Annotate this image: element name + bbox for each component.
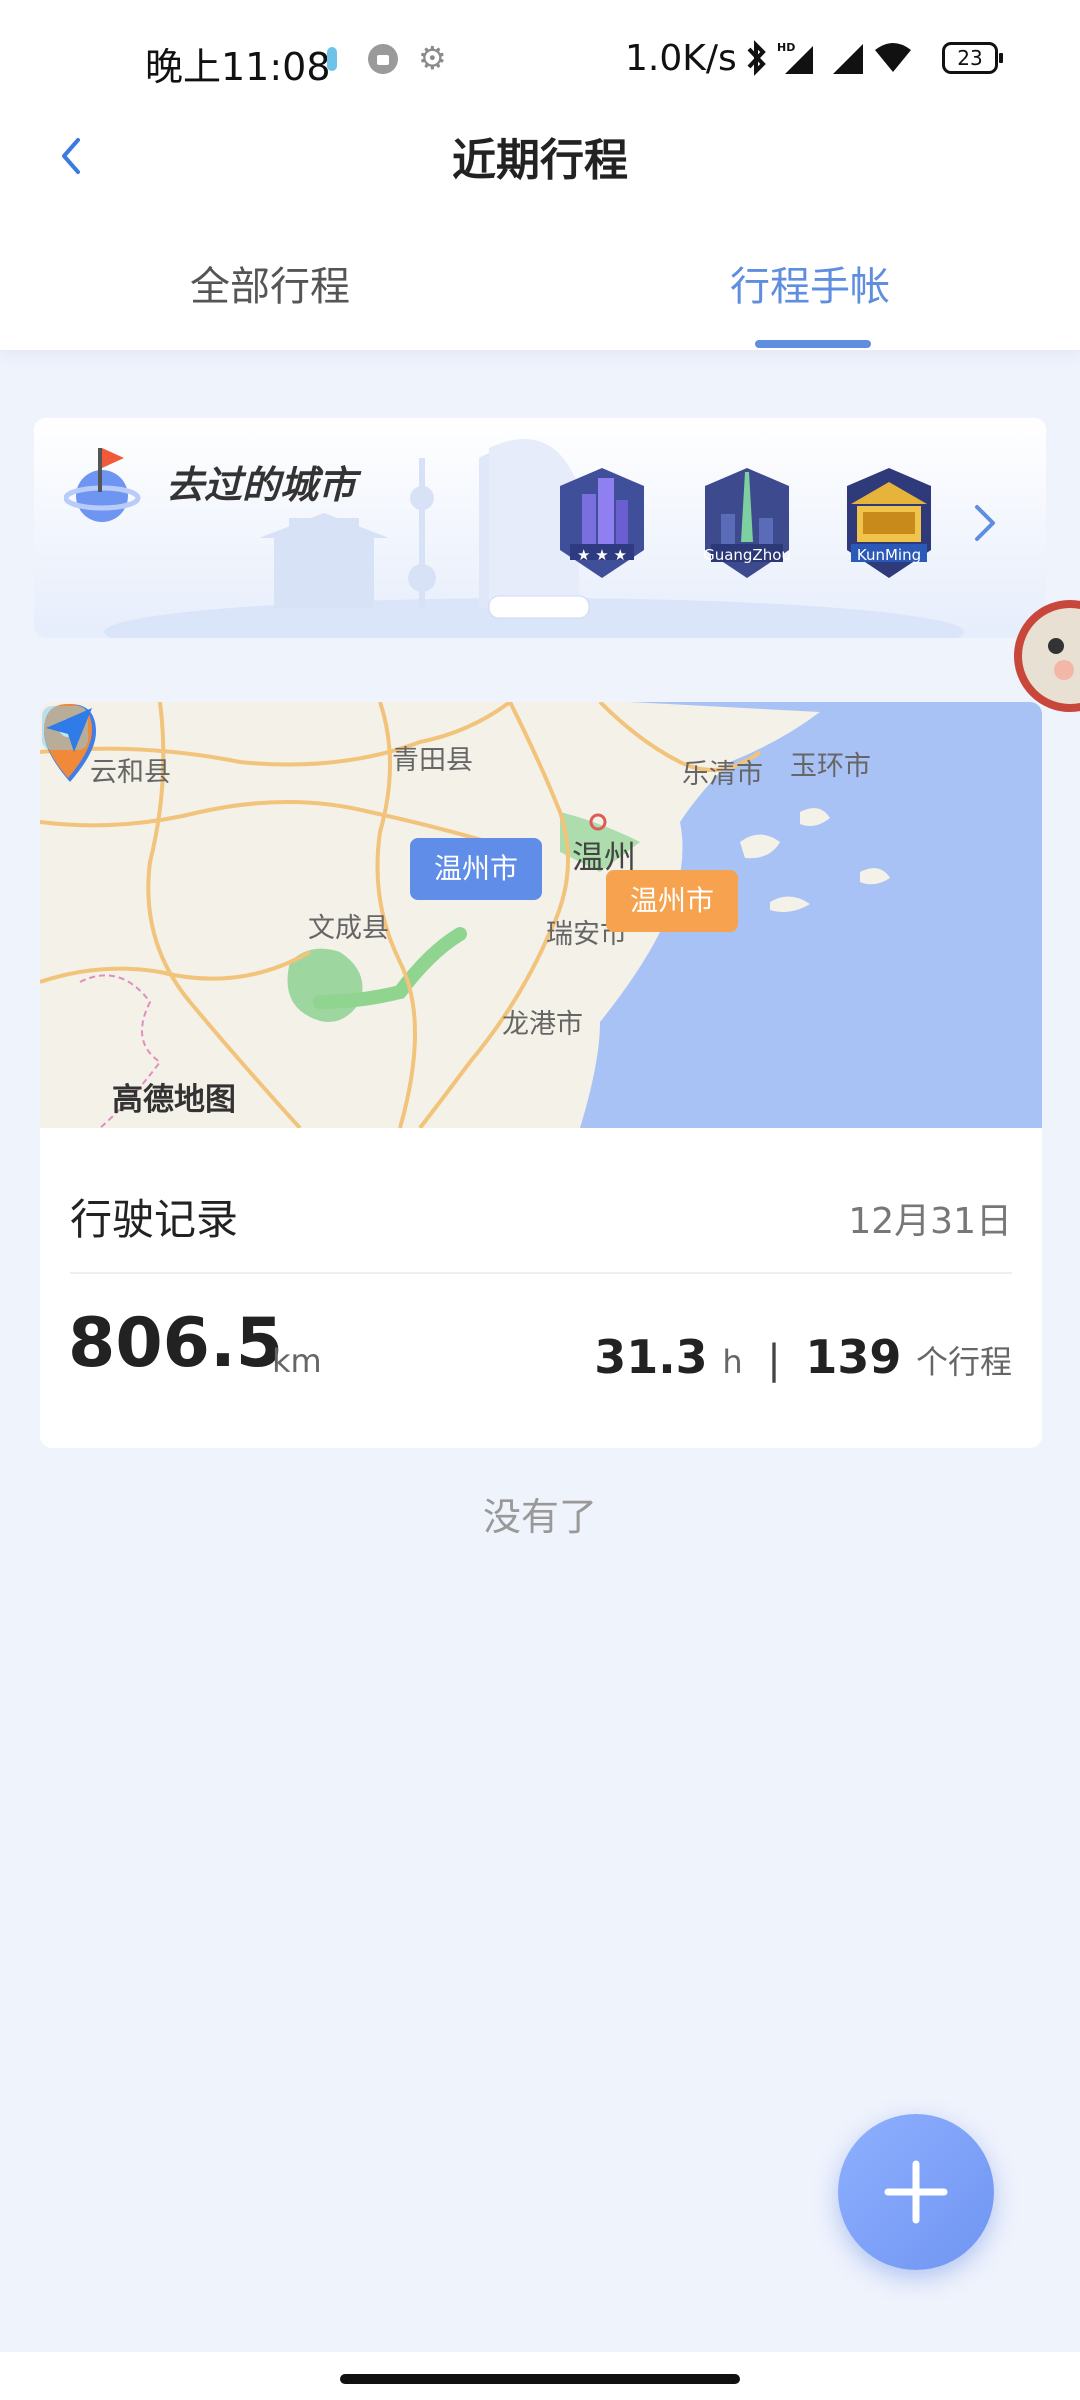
city-badge[interactable]: KunMing — [841, 464, 937, 584]
map-label: 玉环市 — [790, 751, 871, 782]
map-label: 乐清市 — [682, 759, 763, 790]
city-badge-label: KunMing — [856, 546, 922, 564]
city-badge[interactable]: ★ ★ ★ — [554, 464, 650, 584]
record-date: 12月31日 — [848, 1201, 1012, 1242]
amap-logo-icon — [42, 706, 92, 752]
home-indicator[interactable] — [340, 2374, 740, 2384]
battery-icon: 23 — [942, 42, 1003, 74]
stats-separator: | — [767, 1337, 781, 1383]
map-label: 云和县 — [90, 757, 171, 788]
visited-cities-card[interactable]: 去过的城市 ★ ★ ★ GuangZhou KunMing — [34, 418, 1046, 638]
trips-unit: 个行程 — [915, 1343, 1012, 1381]
status-time: 晚上11:08 — [145, 45, 331, 89]
route-map[interactable]: 云和县 青田县 乐清市 玉环市 温州 文成县 瑞安市 龙港市 温州市 温州市 高… — [40, 702, 1042, 1128]
plus-icon — [884, 2160, 948, 2224]
gear-icon: ⚙ — [418, 39, 447, 77]
city-badge-shield-icon — [847, 468, 931, 578]
signal-hd-icon: HD — [777, 41, 813, 74]
city-badge-label: ★ ★ ★ — [577, 546, 627, 564]
cities-title: 去过的城市 — [166, 463, 357, 507]
trips-count: 139 — [805, 1330, 902, 1384]
city-badge-label: GuangZhou — [703, 546, 791, 564]
distance-unit: km — [272, 1342, 322, 1380]
map-provider-logo: 高德地图 — [112, 1082, 236, 1118]
add-trip-button[interactable] — [838, 2114, 994, 2270]
map-label: 青田县 — [392, 745, 473, 776]
svg-text:HD: HD — [777, 41, 795, 54]
city-badge-shield-icon — [705, 468, 789, 578]
city-badge-shield-icon — [560, 468, 644, 578]
notification-dot-icon — [327, 47, 337, 71]
record-title: 行驶记录 — [70, 1195, 239, 1244]
hours-value: 31.3 — [594, 1330, 708, 1384]
map-label: 龙港市 — [502, 1009, 583, 1040]
floating-mascot-icon[interactable] — [1012, 590, 1080, 720]
wifi-icon — [875, 43, 911, 72]
lock-icon — [368, 44, 398, 74]
page-title: 近期行程 — [452, 135, 628, 186]
end-of-list-text: 没有了 — [482, 1495, 597, 1539]
end-city-tag: 温州市 — [606, 870, 739, 932]
network-speed: 1.0K/s — [625, 38, 737, 79]
trip-record-card[interactable]: 云和县 青田县 乐清市 玉环市 温州 文成县 瑞安市 龙港市 温州市 温州市 高… — [40, 702, 1042, 1448]
tab-trip-notebook[interactable]: 行程手帐 — [660, 254, 960, 312]
divider — [70, 1272, 1012, 1274]
active-tab-indicator — [755, 340, 871, 348]
status-bar: 晚上11:08 ⚙ 1.0K/s HD 23 — [0, 0, 1080, 120]
bluetooth-icon — [747, 40, 766, 76]
map-base-illustration — [40, 702, 1042, 1128]
planet-flag-icon — [64, 448, 141, 522]
top-panel: 晚上11:08 ⚙ 1.0K/s HD 23 近期行程 全部行程 行程手帐 — [0, 0, 1080, 350]
map-label: 文成县 — [308, 913, 389, 944]
chevron-right-icon[interactable] — [972, 502, 998, 544]
tab-all-trips[interactable]: 全部行程 — [120, 254, 420, 312]
distance-value: 806.5 — [68, 1304, 284, 1383]
signal-icon — [833, 44, 863, 74]
city-badge[interactable]: GuangZhou — [699, 464, 795, 584]
start-city-tag: 温州市 — [410, 838, 543, 900]
trip-stats: 31.3 h | 139 个行程 — [594, 1330, 1012, 1384]
hours-unit: h — [722, 1343, 743, 1381]
